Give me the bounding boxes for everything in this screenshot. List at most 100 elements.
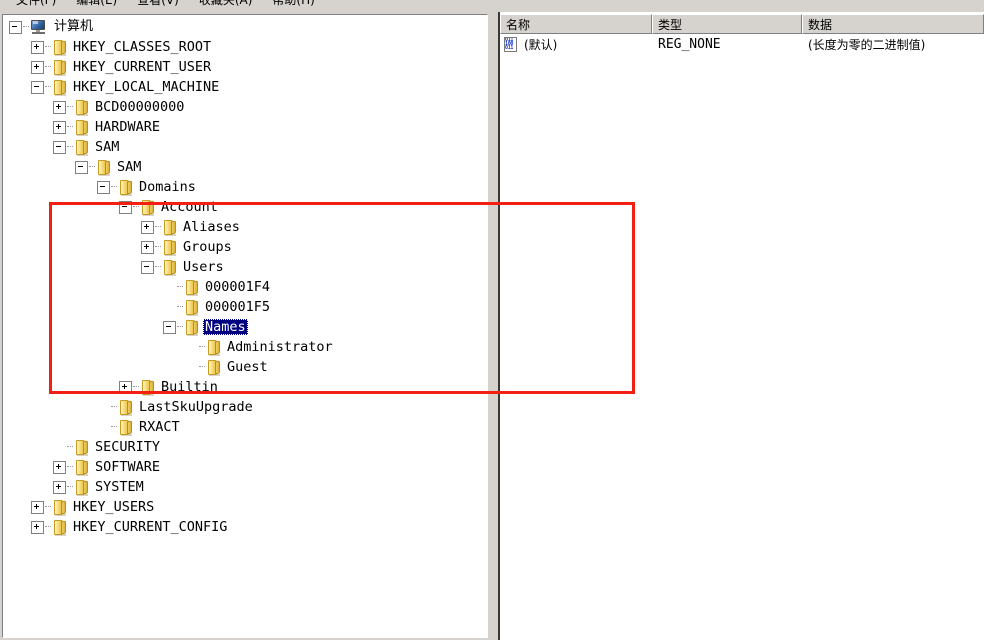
tree-node-label[interactable]: SECURITY — [93, 439, 162, 455]
tree-node-label[interactable]: SAM — [93, 139, 121, 155]
collapse-icon[interactable] — [119, 200, 132, 214]
tree-node-label[interactable]: 000001F5 — [203, 299, 272, 315]
collapse-icon[interactable] — [75, 160, 88, 174]
menu-item-favorites[interactable]: 收藏夹(A) — [189, 0, 263, 10]
tree-node[interactable]: Groups — [3, 237, 487, 257]
tree-node-label[interactable]: HKEY_LOCAL_MACHINE — [71, 79, 221, 95]
tree-node[interactable]: Domains — [3, 177, 487, 197]
tree-node-label[interactable]: HKEY_CURRENT_CONFIG — [71, 519, 229, 535]
tree-node-label[interactable]: Guest — [225, 359, 270, 375]
tree-node-label[interactable]: Users — [181, 259, 226, 275]
tree-node-label[interactable]: Builtin — [159, 379, 220, 395]
tree-node[interactable]: 计算机 — [3, 17, 487, 37]
tree-connector-line — [67, 466, 73, 468]
collapse-icon[interactable] — [163, 320, 176, 334]
expand-icon[interactable] — [141, 240, 154, 254]
tree-node[interactable]: SOFTWARE — [3, 457, 487, 477]
tree-node-label[interactable]: SAM — [115, 159, 143, 175]
folder-icon — [96, 159, 112, 176]
expand-icon[interactable] — [53, 100, 66, 114]
tree-node[interactable]: HKEY_USERS — [3, 497, 487, 517]
tree-node[interactable]: LastSkuUpgrade — [3, 397, 487, 417]
expand-icon[interactable] — [31, 520, 44, 534]
menu-item-edit[interactable]: 编辑(E) — [66, 0, 127, 10]
collapse-icon[interactable] — [9, 20, 22, 34]
tree-connector-line — [133, 386, 139, 388]
tree-node-label[interactable]: HKEY_USERS — [71, 499, 156, 515]
collapse-icon[interactable] — [31, 80, 44, 94]
tree-node-label[interactable]: SOFTWARE — [93, 459, 162, 475]
tree-node[interactable]: HARDWARE — [3, 117, 487, 137]
collapse-icon[interactable] — [141, 260, 154, 274]
expand-icon[interactable] — [53, 480, 66, 494]
tree-node[interactable]: SYSTEM — [3, 477, 487, 497]
tree-node-label[interactable]: HARDWARE — [93, 119, 162, 135]
tree-node-label[interactable]: 计算机 — [52, 19, 95, 35]
tree-node-label[interactable]: SYSTEM — [93, 479, 146, 495]
tree-node-label[interactable]: Account — [159, 199, 220, 215]
tree-node-label[interactable]: LastSkuUpgrade — [137, 399, 255, 415]
tree-node-label[interactable]: 000001F4 — [203, 279, 272, 295]
tree-connector-line — [67, 126, 73, 128]
tree-node-label[interactable]: Administrator — [225, 339, 335, 355]
tree-node[interactable]: SAM — [3, 157, 487, 177]
pane-splitter[interactable] — [490, 12, 500, 640]
menu-item-file[interactable]: 文件(F) — [6, 0, 66, 10]
tree-node[interactable]: 000001F4 — [3, 277, 487, 297]
tree-node[interactable]: Aliases — [3, 217, 487, 237]
folder-icon — [162, 219, 178, 236]
tree-connector-line — [67, 146, 73, 148]
tree-connector-line — [23, 26, 29, 28]
tree-node[interactable]: Names — [3, 317, 487, 337]
tree-node[interactable]: HKEY_CLASSES_ROOT — [3, 37, 487, 57]
tree-node[interactable]: Account — [3, 197, 487, 217]
menu-item-help[interactable]: 帮助(H) — [262, 0, 324, 10]
tree-node-label[interactable]: RXACT — [137, 419, 182, 435]
tree-node[interactable]: SECURITY — [3, 437, 487, 457]
tree-node-label[interactable]: BCD00000000 — [93, 99, 186, 115]
tree-node[interactable]: HKEY_CURRENT_USER — [3, 57, 487, 77]
tree-node[interactable]: Users — [3, 257, 487, 277]
expand-icon[interactable] — [31, 60, 44, 74]
folder-icon — [74, 459, 90, 476]
tree-node[interactable]: 000001F5 — [3, 297, 487, 317]
registry-key-tree[interactable]: 计算机 HKEY_CLASSES_ROOT HKEY_CURRENT_USER HKE… — [2, 14, 488, 638]
menu-item-view[interactable]: 查看(V) — [127, 0, 189, 10]
tree-node[interactable]: HKEY_CURRENT_CONFIG — [3, 517, 487, 537]
tree-node[interactable]: HKEY_LOCAL_MACHINE — [3, 77, 487, 97]
folder-icon — [52, 519, 68, 536]
collapse-icon[interactable] — [53, 140, 66, 154]
expand-icon[interactable] — [53, 460, 66, 474]
value-list-header: 名称 类型 数据 — [500, 14, 984, 34]
column-header-data[interactable]: 数据 — [802, 14, 984, 34]
column-header-type[interactable]: 类型 — [652, 14, 802, 34]
tree-node[interactable]: Guest — [3, 357, 487, 377]
expand-icon[interactable] — [141, 220, 154, 234]
tree-node[interactable]: RXACT — [3, 417, 487, 437]
column-header-name[interactable]: 名称 — [500, 14, 652, 34]
expand-icon[interactable] — [31, 500, 44, 514]
table-row[interactable]: 011 10100 01011 10 (默认) REG_NONE (长度为零的二进制值… — [500, 34, 984, 55]
collapse-icon[interactable] — [97, 180, 110, 194]
tree-node-label[interactable]: Names — [203, 319, 248, 335]
folder-icon — [74, 139, 90, 156]
tree-node-label[interactable]: Groups — [181, 239, 234, 255]
tree-node[interactable]: Builtin — [3, 377, 487, 397]
tree-node-label[interactable]: Aliases — [181, 219, 242, 235]
tree-node-label[interactable]: HKEY_CLASSES_ROOT — [71, 39, 213, 55]
tree-node-label[interactable]: HKEY_CURRENT_USER — [71, 59, 213, 75]
tree-node[interactable]: Administrator — [3, 337, 487, 357]
folder-icon — [184, 319, 200, 336]
tree-node-list: 计算机 HKEY_CLASSES_ROOT HKEY_CURRENT_USER HKE… — [3, 15, 487, 537]
expand-icon[interactable] — [53, 120, 66, 134]
binary-value-icon: 011 10100 01011 10 — [503, 36, 520, 53]
expand-icon[interactable] — [119, 380, 132, 394]
tree-node-label[interactable]: Domains — [137, 179, 198, 195]
tree-node[interactable]: BCD00000000 — [3, 97, 487, 117]
tree-node[interactable]: SAM — [3, 137, 487, 157]
expand-icon[interactable] — [31, 40, 44, 54]
tree-connector-line — [45, 506, 51, 508]
